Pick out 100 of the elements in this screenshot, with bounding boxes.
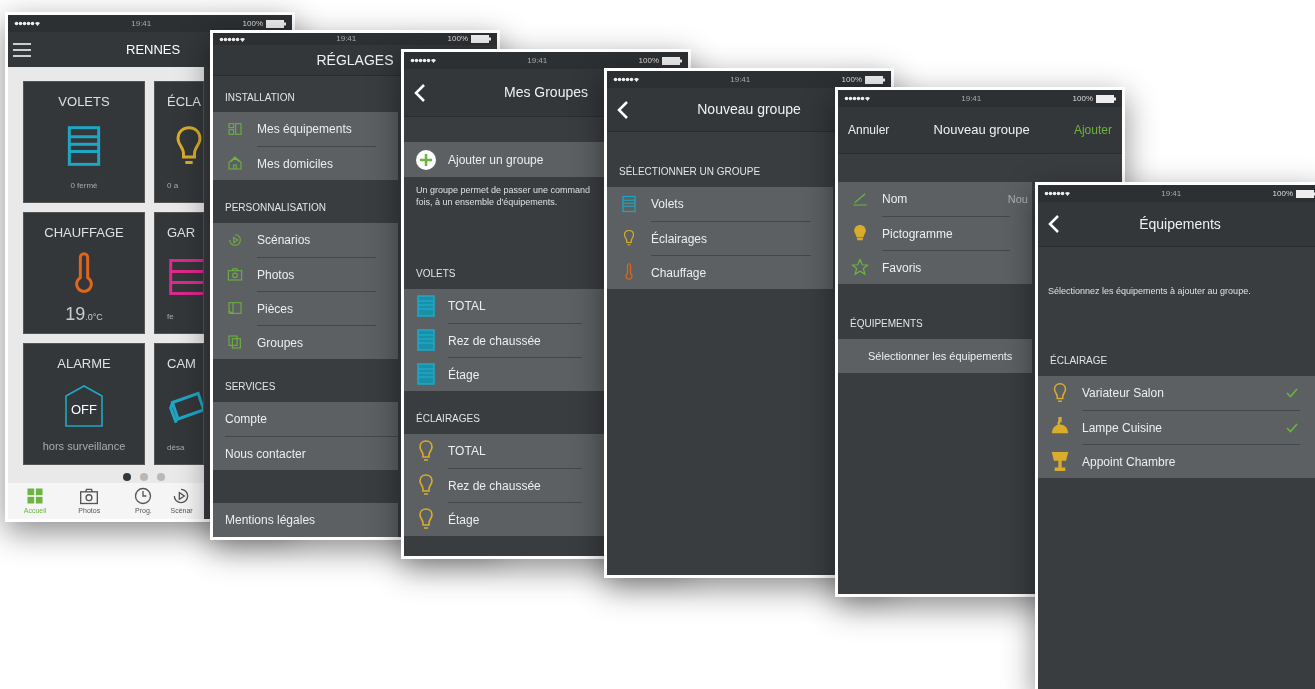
item-label: Groupes — [257, 334, 304, 352]
list-item[interactable]: Favoris — [838, 250, 1032, 284]
item-label: Volets — [651, 196, 684, 213]
cancel-button[interactable]: Annuler — [848, 121, 890, 139]
list-item[interactable]: Lampe Cuisine — [1038, 410, 1315, 444]
item-label: TOTAL — [448, 443, 486, 460]
screen-title: Mes Groupes — [503, 83, 588, 102]
item-label: Pictogramme — [882, 225, 953, 243]
list-item[interactable]: Rez de chaussée — [404, 323, 604, 357]
dashboard-tile[interactable]: GAR fe — [154, 212, 204, 334]
battery-icon — [1296, 189, 1315, 198]
status-time: 19:41 — [1161, 187, 1182, 200]
tile-title: ALARME — [57, 355, 111, 373]
list-item[interactable]: Rez de chaussée — [404, 468, 604, 502]
status-time: 19:41 — [730, 73, 751, 86]
menu-icon[interactable] — [13, 41, 31, 58]
battery-percent: 100% — [638, 54, 659, 67]
item-label: Mes équipements — [257, 121, 352, 138]
list-item[interactable]: Appoint Chambre — [1038, 444, 1315, 478]
dashboard-tile[interactable]: ÉCLA 0 a — [154, 81, 204, 203]
dashboard-tile[interactable]: CAM désa — [154, 343, 204, 465]
tile-title: CAM — [167, 355, 196, 373]
select-equipment-button[interactable]: Sélectionner les équipements — [838, 339, 1032, 373]
item-label: Rez de chaussée — [448, 332, 541, 350]
item-label: Nom — [882, 191, 908, 208]
list-item[interactable]: Compte — [213, 402, 398, 436]
item-label: Variateur Salon — [1082, 385, 1164, 402]
list-item[interactable]: Éclairages — [607, 221, 833, 255]
item-label: Scénarios — [257, 232, 311, 249]
list-item[interactable]: Étage — [404, 357, 604, 391]
description-text: Sélectionnez les équipements à ajouter au groupe. — [1048, 286, 1251, 296]
tile-caption: 0 a — [167, 180, 179, 192]
name-field-value[interactable]: Nou — [1007, 190, 1028, 208]
back-chevron-icon[interactable] — [1048, 214, 1060, 234]
list-item[interactable]: Étage — [404, 502, 604, 536]
description-line: fois, à un ensemble d'équipements. — [416, 196, 559, 208]
section-header: ÉCLAIRAGE — [1050, 355, 1108, 366]
list-item[interactable]: Pièces — [213, 291, 398, 325]
item-label: Rez de chaussée — [448, 477, 541, 495]
item-label: Favoris — [882, 259, 922, 277]
screen-title: RÉGLAGES — [316, 50, 394, 70]
shutter-icon — [414, 362, 438, 386]
add-button[interactable]: Ajouter — [1073, 121, 1112, 139]
status-time: 19:41 — [131, 17, 152, 30]
screen-title: RENNES — [126, 40, 181, 59]
checkmark-icon — [1286, 388, 1298, 398]
battery-percent: 100% — [447, 33, 468, 45]
house-outline-icon — [64, 383, 104, 428]
shutter-icon — [414, 328, 438, 352]
list-item[interactable]: Mes équipements — [213, 112, 398, 146]
list-item[interactable]: Photos — [213, 257, 398, 291]
tile-title: GAR — [167, 224, 196, 242]
section-header: ÉCLAIRAGES — [416, 413, 480, 424]
list-item[interactable]: Ajouter un groupe — [404, 142, 604, 177]
devices-icon — [227, 121, 243, 137]
signal-wifi-icon — [1044, 190, 1070, 197]
battery-icon — [1096, 94, 1116, 103]
back-chevron-icon[interactable] — [617, 99, 629, 120]
item-label: Lampe Cuisine — [1082, 419, 1163, 437]
signal-wifi-icon — [613, 76, 639, 83]
list-item[interactable]: Volets — [607, 187, 833, 221]
back-chevron-icon[interactable] — [414, 82, 426, 103]
section-header: VOLETS — [416, 268, 456, 279]
tile-caption: désa — [167, 442, 185, 454]
list-item[interactable]: Mes domiciles — [213, 146, 398, 180]
list-item[interactable]: Scénarios — [213, 223, 398, 257]
signal-wifi-icon — [219, 35, 245, 43]
tile-title: VOLETS — [58, 93, 110, 111]
shutter-icon — [414, 294, 438, 318]
section-header: SÉLECTIONNER UN GROUPE — [619, 166, 761, 177]
status-time: 19:41 — [961, 92, 982, 105]
battery-percent: 100% — [242, 17, 263, 30]
item-label: Chauffage — [651, 264, 707, 282]
battery-percent: 100% — [1072, 92, 1093, 105]
alarm-status: OFF — [71, 401, 97, 419]
dashboard-tile[interactable]: CHAUFFAGE 19.0°C — [23, 212, 145, 334]
add-circle-icon — [416, 149, 436, 170]
dashboard-tile[interactable]: VOLETS 0 fermé — [23, 81, 145, 203]
tile-caption: hors surveillance — [42, 438, 126, 454]
list-item[interactable]: Variateur Salon — [1038, 376, 1315, 410]
list-item[interactable]: Chauffage — [607, 255, 833, 289]
list-item[interactable]: TOTAL — [404, 434, 604, 468]
status-time: 19:41 — [527, 54, 548, 67]
screen-title: Nouveau groupe — [697, 100, 801, 119]
temperature-reading: 19.0°C — [65, 305, 103, 323]
item-label: Photos — [257, 266, 295, 284]
section-header: ÉQUIPEMENTS — [850, 318, 923, 329]
dashboard-tile[interactable]: ALARME OFF hors surveillance — [23, 343, 145, 465]
list-item[interactable]: Nous contacter — [213, 436, 398, 470]
list-item[interactable]: TOTAL — [404, 289, 604, 323]
tile-caption: 0 fermé — [70, 180, 98, 192]
list-item[interactable]: Mentions légales — [213, 503, 398, 537]
screen-title: Nouveau groupe — [933, 121, 1030, 140]
list-item[interactable]: Pictogramme — [838, 216, 1032, 250]
battery-icon — [266, 19, 286, 28]
item-label: Pièces — [257, 300, 294, 318]
clock-icon — [133, 485, 154, 506]
star-icon — [851, 258, 869, 276]
list-item[interactable]: Nom Nou — [838, 182, 1032, 216]
list-item[interactable]: Groupes — [213, 325, 398, 359]
